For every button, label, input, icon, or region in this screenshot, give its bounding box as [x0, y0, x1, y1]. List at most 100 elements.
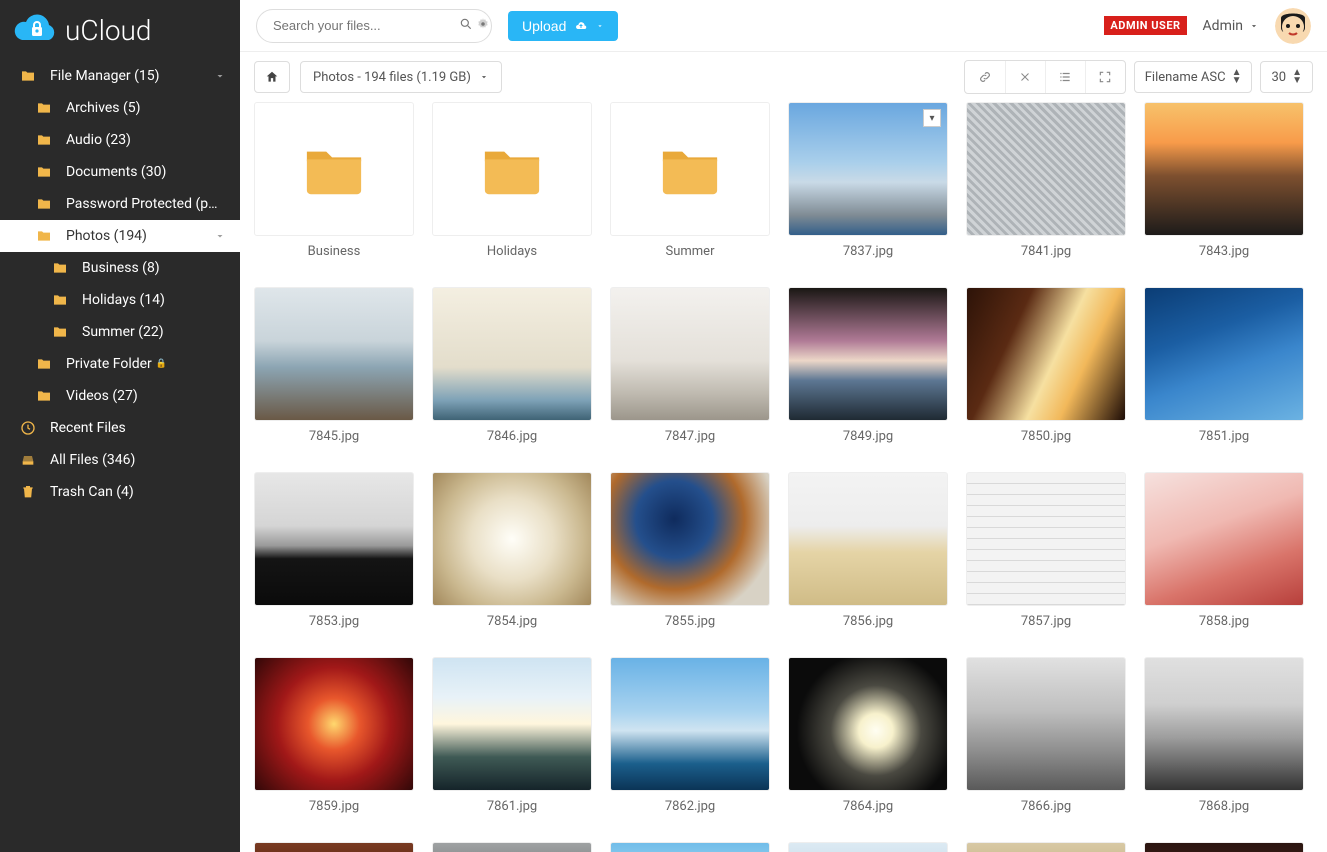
nav-password-protected[interactable]: Password Protected (pw: p... — [0, 188, 240, 220]
file-grid-scroll[interactable]: BusinessHolidaysSummer▾7837.jpg7841.jpg7… — [240, 102, 1327, 852]
folder-thumb — [610, 102, 770, 236]
file-item[interactable]: 7845.jpg — [254, 287, 414, 444]
file-item[interactable] — [966, 842, 1126, 852]
user-menu[interactable]: Admin — [1203, 18, 1259, 34]
caret-down-icon — [1249, 21, 1259, 31]
folder-icon — [52, 292, 68, 308]
file-thumb — [1144, 842, 1304, 852]
file-item[interactable]: 7857.jpg — [966, 472, 1126, 629]
file-item[interactable]: 7855.jpg — [610, 472, 770, 629]
file-item[interactable]: 7858.jpg — [1144, 472, 1304, 629]
file-item[interactable] — [610, 842, 770, 852]
brand-logo[interactable]: uCloud — [0, 0, 240, 60]
file-item[interactable]: 7862.jpg — [610, 657, 770, 814]
item-menu-button[interactable]: ▾ — [923, 109, 941, 127]
nav-archives[interactable]: Archives (5) — [0, 92, 240, 124]
nav-documents[interactable]: Documents (30) — [0, 156, 240, 188]
list-view-button[interactable] — [1045, 61, 1085, 93]
folder-thumb — [254, 102, 414, 236]
file-thumb — [788, 657, 948, 791]
drive-icon — [20, 452, 36, 468]
file-thumb — [1144, 472, 1304, 606]
breadcrumb-home[interactable] — [254, 61, 290, 93]
file-thumb: ▾ — [788, 102, 948, 236]
folder-item[interactable]: Holidays — [432, 102, 592, 259]
file-item[interactable]: 7856.jpg — [788, 472, 948, 629]
file-item[interactable] — [788, 842, 948, 852]
file-item[interactable]: 7859.jpg — [254, 657, 414, 814]
file-item[interactable]: 7847.jpg — [610, 287, 770, 444]
link-icon — [978, 70, 992, 84]
file-item[interactable]: 7853.jpg — [254, 472, 414, 629]
file-label: 7856.jpg — [788, 614, 948, 629]
file-item[interactable]: 7843.jpg — [1144, 102, 1304, 259]
nav-business[interactable]: Business (8) — [0, 252, 240, 284]
file-item[interactable]: 7841.jpg — [966, 102, 1126, 259]
file-item[interactable]: 7851.jpg — [1144, 287, 1304, 444]
fullscreen-button[interactable] — [1085, 61, 1125, 93]
file-thumb — [966, 842, 1126, 852]
file-item[interactable]: 7846.jpg — [432, 287, 592, 444]
file-thumb — [966, 287, 1126, 421]
file-item[interactable]: 7868.jpg — [1144, 657, 1304, 814]
file-thumb — [610, 657, 770, 791]
folder-label: Business — [254, 244, 414, 259]
chevron-down-icon — [214, 230, 226, 242]
toolbar-group — [964, 60, 1126, 94]
file-item[interactable] — [254, 842, 414, 852]
search-input[interactable] — [257, 18, 457, 33]
folder-thumb — [432, 102, 592, 236]
folder-item[interactable]: Business — [254, 102, 414, 259]
nav-file-manager[interactable]: File Manager (15) — [0, 60, 240, 92]
file-label: 7866.jpg — [966, 799, 1126, 814]
link-button[interactable] — [965, 61, 1005, 93]
folder-icon — [20, 68, 36, 84]
avatar[interactable] — [1275, 8, 1311, 44]
file-thumb — [254, 472, 414, 606]
file-label: 7862.jpg — [610, 799, 770, 814]
file-label: 7854.jpg — [432, 614, 592, 629]
file-thumb — [254, 842, 414, 852]
file-thumb — [1144, 287, 1304, 421]
gear-icon[interactable] — [474, 17, 491, 35]
nav-summer[interactable]: Summer (22) — [0, 316, 240, 348]
file-thumb — [966, 102, 1126, 236]
file-label: 7843.jpg — [1144, 244, 1304, 259]
file-item[interactable]: 7864.jpg — [788, 657, 948, 814]
folder-icon — [52, 324, 68, 340]
file-thumb — [254, 287, 414, 421]
file-item[interactable]: 7866.jpg — [966, 657, 1126, 814]
file-label: 7857.jpg — [966, 614, 1126, 629]
file-item[interactable]: 7861.jpg — [432, 657, 592, 814]
file-item[interactable]: 7854.jpg — [432, 472, 592, 629]
folder-item[interactable]: Summer — [610, 102, 770, 259]
file-item[interactable]: 7850.jpg — [966, 287, 1126, 444]
nav-trash[interactable]: Trash Can (4) — [0, 476, 240, 508]
file-thumb — [788, 472, 948, 606]
nav-audio[interactable]: Audio (23) — [0, 124, 240, 156]
nav-holidays[interactable]: Holidays (14) — [0, 284, 240, 316]
nav-recent[interactable]: Recent Files — [0, 412, 240, 444]
folder-icon — [36, 100, 52, 116]
nav-videos[interactable]: Videos (27) — [0, 380, 240, 412]
nav-private-folder[interactable]: Private Folder🔒 — [0, 348, 240, 380]
file-thumb — [966, 472, 1126, 606]
file-thumb — [610, 472, 770, 606]
file-item[interactable] — [1144, 842, 1304, 852]
folder-label: Summer — [610, 244, 770, 259]
upload-button[interactable]: Upload — [508, 11, 618, 41]
search-icon[interactable] — [457, 17, 474, 35]
file-thumb — [788, 842, 948, 852]
file-item[interactable]: ▾7837.jpg — [788, 102, 948, 259]
nav-photos[interactable]: Photos (194) — [0, 220, 240, 252]
pagesize-select[interactable]: 30 ▲▼ — [1260, 61, 1313, 93]
sort-select[interactable]: Filename ASC ▲▼ — [1134, 61, 1253, 93]
file-item[interactable]: 7849.jpg — [788, 287, 948, 444]
file-item[interactable] — [432, 842, 592, 852]
search-box — [256, 9, 492, 43]
close-button[interactable] — [1005, 61, 1045, 93]
breadcrumb-current[interactable]: Photos - 194 files (1.19 GB) — [300, 61, 502, 93]
nav-all-files[interactable]: All Files (346) — [0, 444, 240, 476]
home-icon — [265, 70, 279, 84]
clock-icon — [20, 420, 36, 436]
